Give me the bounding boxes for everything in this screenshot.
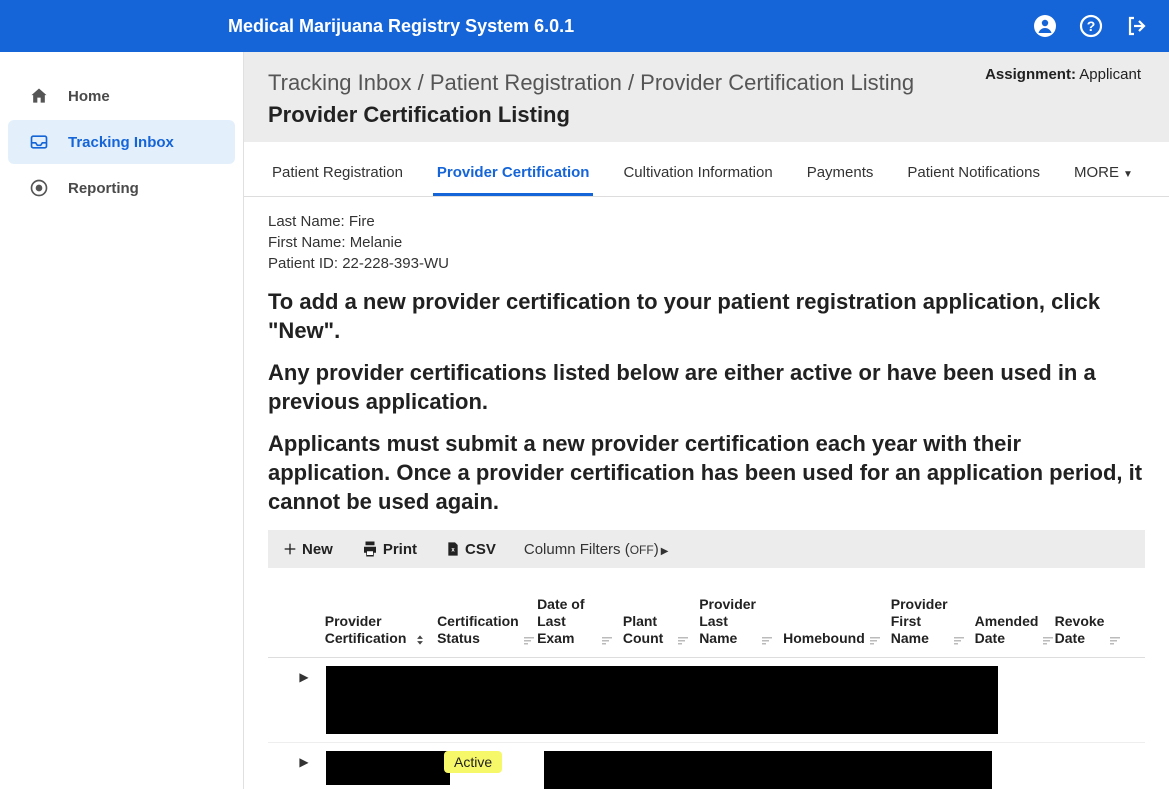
patient-info: Last Name: Fire First Name: Melanie Pati…: [268, 211, 1145, 274]
app-title: Medical Marijuana Registry System 6.0.1: [228, 16, 1033, 37]
instruction-text: To add a new provider certification to y…: [268, 288, 1145, 345]
breadcrumb-part: Provider Certification Listing: [640, 70, 914, 95]
table-toolbar: New Print x CSV Column Filters (OFF)▶: [268, 530, 1145, 568]
sidebar-item-home[interactable]: Home: [8, 74, 235, 118]
svg-text:?: ?: [1087, 18, 1096, 34]
assignment-label: Assignment: Applicant: [985, 66, 1141, 83]
print-icon: [361, 540, 379, 558]
status-badge: Active: [444, 751, 502, 773]
certification-table: Provider Certification Certification Sta…: [268, 582, 1145, 789]
main-content: Assignment: Applicant Tracking Inbox / P…: [243, 52, 1169, 789]
col-homebound[interactable]: Homebound: [783, 596, 881, 646]
col-provider-first-name[interactable]: Provider First Name: [891, 596, 965, 646]
sidebar: Home Tracking Inbox Reporting: [0, 52, 243, 789]
sidebar-item-tracking-inbox[interactable]: Tracking Inbox: [8, 120, 235, 164]
col-date-last-exam[interactable]: Date of Last Exam: [537, 596, 613, 646]
expand-row-icon[interactable]: ▶: [299, 670, 308, 684]
new-button[interactable]: New: [282, 541, 333, 558]
instruction-text: Any provider certifications listed below…: [268, 359, 1145, 416]
tab-provider-certification[interactable]: Provider Certification: [433, 150, 594, 196]
breadcrumb-block: Assignment: Applicant Tracking Inbox / P…: [244, 52, 1169, 142]
header-icon-group: ?: [1033, 14, 1149, 38]
tab-patient-notifications[interactable]: Patient Notifications: [903, 150, 1044, 196]
expand-row-icon[interactable]: ▶: [299, 755, 308, 769]
csv-button[interactable]: x CSV: [445, 540, 496, 558]
reporting-icon: [28, 177, 50, 199]
table-row[interactable]: ▶: [268, 658, 1145, 743]
home-icon: [28, 85, 50, 107]
sidebar-item-reporting[interactable]: Reporting: [8, 166, 235, 210]
sort-lines-icon: [601, 635, 613, 647]
redacted-content: [544, 751, 992, 789]
plus-icon: [282, 541, 298, 557]
tab-more[interactable]: MORE▼: [1070, 150, 1137, 196]
sidebar-item-label: Tracking Inbox: [68, 134, 174, 151]
page-title: Provider Certification Listing: [268, 102, 1145, 128]
app-header: Medical Marijuana Registry System 6.0.1 …: [0, 0, 1169, 52]
print-button[interactable]: Print: [361, 540, 417, 558]
logout-icon[interactable]: [1125, 14, 1149, 38]
tab-bar: Patient Registration Provider Certificat…: [244, 150, 1169, 197]
caret-down-icon: ▼: [1123, 169, 1133, 180]
tab-patient-registration[interactable]: Patient Registration: [268, 150, 407, 196]
table-header: Provider Certification Certification Sta…: [268, 582, 1145, 657]
col-plant-count[interactable]: Plant Count: [623, 596, 689, 646]
col-amended-date[interactable]: Amended Date: [975, 596, 1045, 646]
triangle-right-icon: ▶: [661, 546, 669, 557]
sort-lines-icon: [761, 635, 773, 647]
redacted-content: [326, 751, 450, 785]
table-row[interactable]: ▶ Active: [268, 743, 1145, 789]
sidebar-item-label: Home: [68, 88, 110, 105]
breadcrumb-part[interactable]: Patient Registration: [430, 70, 622, 95]
help-icon[interactable]: ?: [1079, 14, 1103, 38]
file-icon: x: [445, 540, 461, 558]
sort-lines-icon: [523, 635, 535, 647]
sort-lines-icon: [1042, 635, 1054, 647]
col-revoke-date[interactable]: Revoke Date: [1055, 596, 1121, 646]
tab-cultivation-information[interactable]: Cultivation Information: [619, 150, 776, 196]
inbox-icon: [28, 131, 50, 153]
redacted-content: [326, 666, 998, 734]
sort-icon: [413, 633, 427, 647]
breadcrumb-part[interactable]: Tracking Inbox: [268, 70, 411, 95]
col-provider-last-name[interactable]: Provider Last Name: [699, 596, 773, 646]
sort-lines-icon: [869, 635, 881, 647]
instruction-text: Applicants must submit a new provider ce…: [268, 430, 1145, 516]
col-certification-status[interactable]: Certification Status: [437, 596, 527, 646]
sort-lines-icon: [1109, 635, 1121, 647]
col-provider-certification[interactable]: Provider Certification: [325, 596, 427, 646]
sort-lines-icon: [677, 635, 689, 647]
sort-lines-icon: [953, 635, 965, 647]
sidebar-item-label: Reporting: [68, 180, 139, 197]
tab-payments[interactable]: Payments: [803, 150, 878, 196]
column-filters-toggle[interactable]: Column Filters (OFF)▶: [524, 541, 669, 558]
account-icon[interactable]: [1033, 14, 1057, 38]
